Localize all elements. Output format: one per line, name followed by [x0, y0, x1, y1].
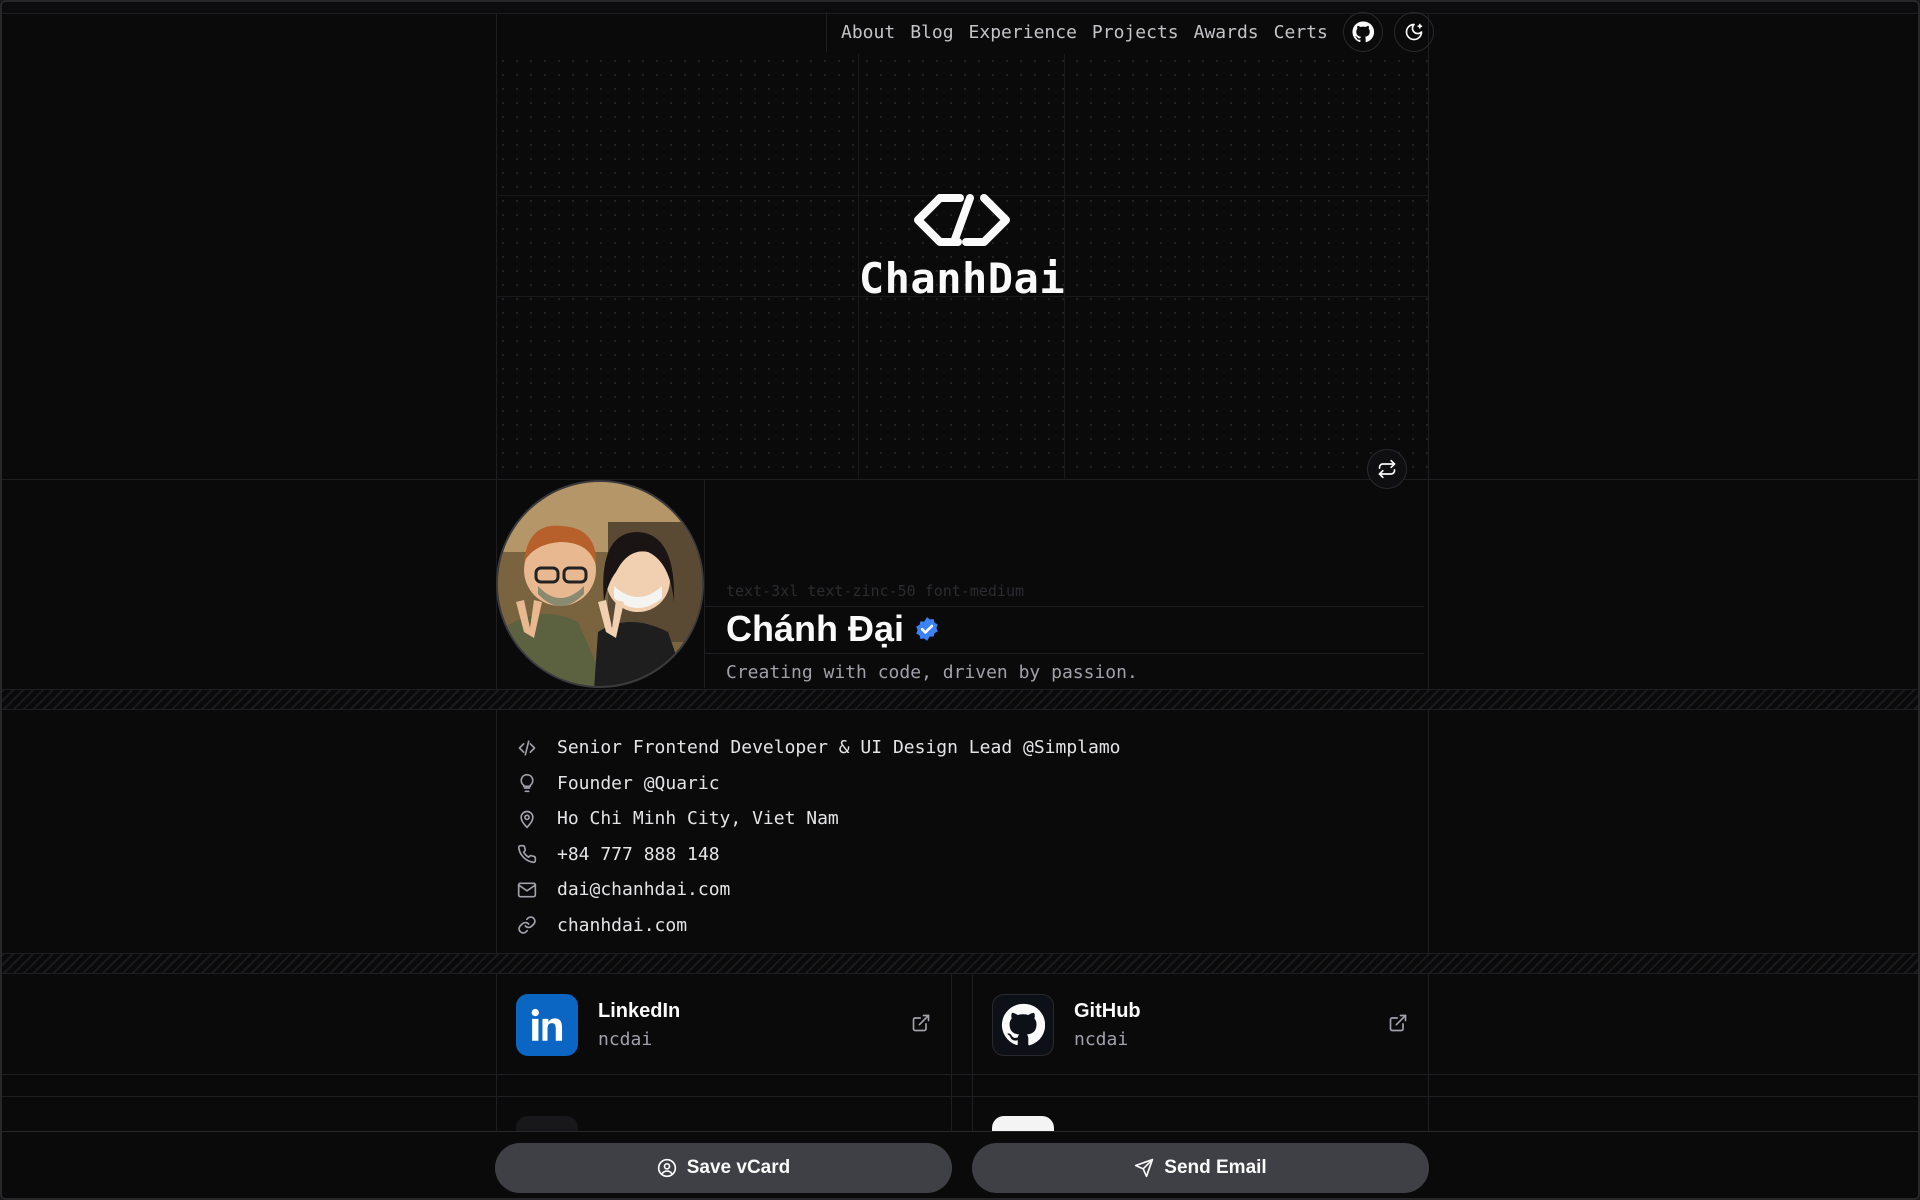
social-card-text: LinkedIn ncdai [598, 1000, 680, 1050]
separator-hatch [2, 953, 1918, 974]
class-hint-text: text-3xl text-zinc-50 font-medium [726, 582, 1025, 600]
social-card-handle: ncdai [598, 1029, 653, 1050]
hero-banner: ChanhDai [496, 54, 1428, 489]
info-item-website[interactable]: chanhdai.com [516, 908, 1121, 944]
social-card-github[interactable]: GitHub ncdai [992, 975, 1428, 1075]
lightbulb-icon [516, 772, 538, 794]
info-item-location: Ho Chi Minh City, Viet Nam [516, 801, 1121, 837]
social-card-name: LinkedIn [598, 1000, 681, 1022]
link-icon [516, 914, 538, 936]
linkedin-icon [516, 994, 578, 1056]
save-vcard-button[interactable]: Save vCard [495, 1143, 952, 1193]
profile-name: Chánh Đại [726, 608, 940, 650]
social-card-name: GitHub [1074, 1000, 1141, 1022]
external-link-icon [1389, 1014, 1407, 1032]
nav-certs[interactable]: Certs [1274, 22, 1328, 43]
nav-awards[interactable]: Awards [1194, 22, 1259, 43]
nav-about[interactable]: About [841, 22, 895, 43]
nav-blog[interactable]: Blog [910, 22, 953, 43]
avatar-illustration [498, 482, 702, 686]
guide-line [972, 972, 973, 1132]
phone-icon [516, 843, 538, 865]
code-brackets-logo-icon [914, 194, 1010, 246]
guide-line [2, 1074, 1918, 1075]
map-pin-icon [516, 808, 538, 830]
mail-icon [516, 879, 538, 901]
info-item-phone[interactable]: +84 777 888 148 [516, 837, 1121, 873]
guide-line [2, 479, 1918, 480]
app-window: About Blog Experience Projects Awards Ce… [0, 0, 1920, 1200]
github-button[interactable] [1342, 12, 1383, 52]
social-card-handle: ncdai [1074, 1029, 1129, 1050]
nav-experience[interactable]: Experience [969, 22, 1077, 43]
verified-badge-icon [916, 617, 938, 641]
guide-line [704, 606, 1424, 607]
info-text: Senior Frontend Developer & UI Design Le… [557, 737, 1121, 759]
save-vcard-label: Save vCard [686, 1157, 791, 1178]
profile-tagline: Creating with code, driven by passion. [726, 662, 1138, 683]
profile-info-list: Senior Frontend Developer & UI Design Le… [516, 730, 1121, 943]
avatar [496, 480, 704, 688]
info-text: Founder @Quaric [557, 772, 720, 794]
info-item-founder: Founder @Quaric [516, 766, 1121, 802]
social-card-text: GitHub ncdai [1074, 1000, 1141, 1050]
moon-icon [1405, 23, 1423, 41]
bottom-action-bar: Save vCard Send Email [2, 1131, 1918, 1198]
profile-name-text: Chánh Đại [726, 608, 905, 649]
theme-toggle-button[interactable] [1393, 12, 1434, 52]
repeat-icon [1378, 459, 1396, 479]
code-icon [516, 737, 538, 759]
info-item-job: Senior Frontend Developer & UI Design Le… [516, 730, 1121, 766]
info-text[interactable]: dai@chanhdai.com [557, 879, 730, 900]
send-email-button[interactable]: Send Email [972, 1143, 1429, 1193]
nav-projects[interactable]: Projects [1092, 22, 1179, 43]
info-item-email[interactable]: dai@chanhdai.com [516, 872, 1121, 908]
info-text: Ho Chi Minh City, Viet Nam [557, 808, 839, 830]
guide-line [2, 1096, 1918, 1097]
github-icon [1352, 21, 1374, 43]
github-logo-icon [992, 994, 1054, 1056]
brand-logo: ChanhDai [496, 192, 1428, 303]
info-text[interactable]: +84 777 888 148 [557, 844, 720, 865]
guide-line [951, 972, 952, 1132]
social-card-linkedin[interactable]: LinkedIn ncdai [516, 975, 951, 1075]
brand-logo-text: ChanhDai [858, 254, 1066, 303]
send-icon [1135, 1158, 1154, 1178]
separator-hatch [2, 689, 1918, 710]
guide-line [1428, 14, 1429, 1198]
guide-line [704, 653, 1424, 654]
user-circle-icon [657, 1158, 676, 1178]
top-nav: About Blog Experience Projects Awards Ce… [826, 12, 1434, 52]
info-text[interactable]: chanhdai.com [557, 915, 687, 936]
send-email-label: Send Email [1164, 1157, 1267, 1178]
swap-banner-button[interactable] [1367, 449, 1407, 489]
guide-line [704, 480, 705, 688]
external-link-icon [912, 1014, 930, 1032]
